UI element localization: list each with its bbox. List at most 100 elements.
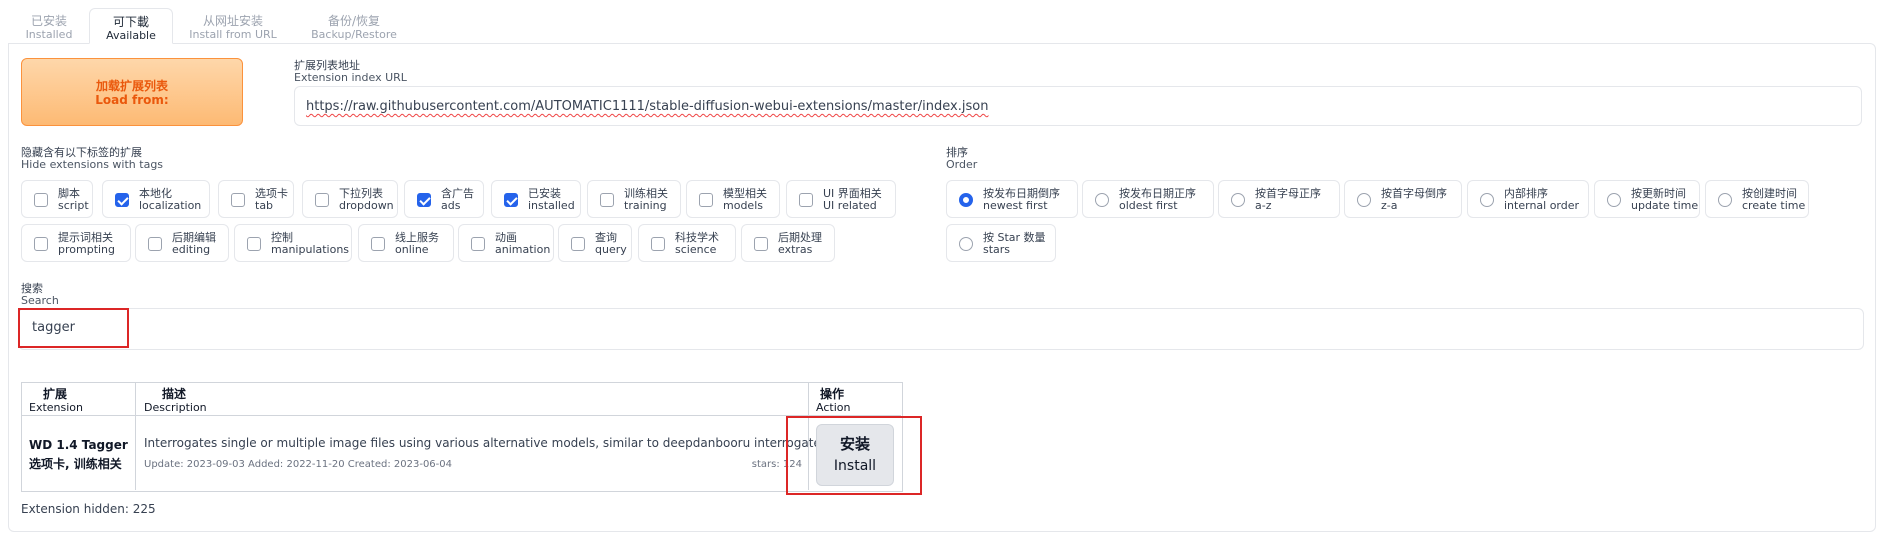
checkbox-icon[interactable] bbox=[148, 237, 162, 251]
extension-description: Interrogates single or multiple image fi… bbox=[144, 436, 825, 450]
tag-label-en: prompting bbox=[58, 243, 116, 256]
header-description: 描述 Description bbox=[144, 388, 207, 415]
extension-hidden-count: Extension hidden: 225 bbox=[21, 502, 156, 516]
order-label: 排序 Order bbox=[946, 147, 977, 171]
tab-installed[interactable]: 已安装 Installed bbox=[12, 8, 86, 44]
checkbox-icon[interactable] bbox=[651, 237, 665, 251]
tag-label-en: ads bbox=[441, 199, 461, 212]
header-divider bbox=[21, 415, 901, 416]
search-label: 搜索 Search bbox=[21, 283, 59, 307]
checkbox-icon[interactable] bbox=[34, 193, 48, 207]
tab-available[interactable]: 可下載 Available bbox=[89, 8, 173, 44]
tab-installed-zh: 已安装 bbox=[30, 14, 67, 28]
radio-icon[interactable] bbox=[1095, 193, 1109, 207]
order-radio-z-a[interactable]: 按首字母倒序 z-a bbox=[1344, 180, 1462, 218]
extension-dates: Update: 2023-09-03 Added: 2022-11-20 Cre… bbox=[144, 459, 452, 470]
tag-checkbox-models[interactable]: 模型相关 models bbox=[686, 180, 780, 218]
radio-selected-icon[interactable] bbox=[959, 193, 973, 207]
checkbox-icon[interactable] bbox=[315, 193, 329, 207]
order-label-en: create time bbox=[1742, 199, 1806, 212]
checkbox-icon[interactable] bbox=[34, 237, 48, 251]
tag-checkbox-ads[interactable]: 含广告 ads bbox=[404, 180, 484, 218]
tag-checkbox-science[interactable]: 科技学术 science bbox=[638, 224, 736, 262]
order-label-en: internal order bbox=[1504, 199, 1580, 212]
tag-checkbox-online[interactable]: 线上服务 online bbox=[358, 224, 454, 262]
checkbox-icon[interactable] bbox=[247, 237, 261, 251]
tag-checkbox-localization[interactable]: 本地化 localization bbox=[102, 180, 210, 218]
tag-label-en: localization bbox=[139, 199, 202, 212]
checkbox-icon[interactable] bbox=[699, 193, 713, 207]
load-from-en: Load from: bbox=[95, 93, 169, 107]
order-label-en: z-a bbox=[1381, 199, 1398, 212]
order-radio-stars[interactable]: 按 Star 数量 stars bbox=[946, 224, 1056, 262]
tag-checkbox-dropdown[interactable]: 下拉列表 dropdown bbox=[302, 180, 398, 218]
order-label-en: newest first bbox=[983, 199, 1048, 212]
header-description-en: Description bbox=[144, 401, 207, 414]
order-radio-a-z[interactable]: 按首字母正序 a-z bbox=[1218, 180, 1340, 218]
checkbox-icon[interactable] bbox=[571, 237, 585, 251]
tag-checkbox-animation[interactable]: 动画 animation bbox=[458, 224, 554, 262]
search-label-en: Search bbox=[21, 294, 59, 307]
tab-install-from-url-zh: 从网址安装 bbox=[202, 14, 263, 28]
tag-checkbox-ui-related[interactable]: UI 界面相关 UI related bbox=[786, 180, 896, 218]
tag-label-en: dropdown bbox=[339, 199, 394, 212]
checkbox-icon[interactable] bbox=[600, 193, 614, 207]
load-from-button[interactable]: 加载扩展列表 Load from: bbox=[21, 58, 243, 126]
extension-tags: 选项卡, 训练相关 bbox=[29, 457, 122, 471]
hide-tags-label-en: Hide extensions with tags bbox=[21, 158, 164, 171]
radio-icon[interactable] bbox=[1357, 193, 1371, 207]
tag-checkbox-script[interactable]: 脚本 script bbox=[21, 180, 93, 218]
order-radio-oldest-first[interactable]: 按发布日期正序 oldest first bbox=[1082, 180, 1214, 218]
radio-icon[interactable] bbox=[1480, 193, 1494, 207]
tag-label-en: manipulations bbox=[271, 243, 350, 256]
tab-installed-en: Installed bbox=[25, 28, 73, 41]
tag-checkbox-tab[interactable]: 选项卡 tab bbox=[218, 180, 294, 218]
search-input[interactable] bbox=[18, 308, 1864, 350]
order-radio-newest-first[interactable]: 按发布日期倒序 newest first bbox=[946, 180, 1078, 218]
radio-icon[interactable] bbox=[1718, 193, 1732, 207]
tag-label-en: animation bbox=[495, 243, 551, 256]
tag-label-en: installed bbox=[528, 199, 575, 212]
tab-available-zh: 可下載 bbox=[112, 15, 149, 29]
table-row-extension: WD 1.4 Tagger 选项卡, 训练相关 bbox=[29, 436, 128, 474]
header-action-zh: 操作 bbox=[820, 387, 845, 401]
checkbox-icon[interactable] bbox=[471, 237, 485, 251]
checkbox-checked-icon[interactable] bbox=[417, 193, 431, 207]
header-action-en: Action bbox=[816, 401, 851, 414]
tag-checkbox-installed[interactable]: 已安装 installed bbox=[491, 180, 581, 218]
order-radio-create-time[interactable]: 按创建时间 create time bbox=[1705, 180, 1809, 218]
header-extension-zh: 扩展 bbox=[43, 387, 68, 401]
tag-checkbox-editing[interactable]: 后期编辑 editing bbox=[135, 224, 229, 262]
header-extension-en: Extension bbox=[29, 401, 84, 414]
tag-checkbox-prompting[interactable]: 提示词相关 prompting bbox=[21, 224, 131, 262]
tag-label-en: science bbox=[675, 243, 717, 256]
checkbox-icon[interactable] bbox=[754, 237, 768, 251]
search-highlight bbox=[18, 308, 129, 348]
index-url-input[interactable]: https://raw.githubusercontent.com/AUTOMA… bbox=[294, 86, 1862, 126]
order-radio-update-time[interactable]: 按更新时间 update time bbox=[1594, 180, 1700, 218]
tag-label-en: script bbox=[58, 199, 89, 212]
radio-icon[interactable] bbox=[1607, 193, 1621, 207]
tag-label-en: extras bbox=[778, 243, 813, 256]
checkbox-icon[interactable] bbox=[371, 237, 385, 251]
checkbox-icon[interactable] bbox=[231, 193, 245, 207]
tag-checkbox-extras[interactable]: 后期处理 extras bbox=[741, 224, 835, 262]
tag-checkbox-training[interactable]: 训练相关 training bbox=[587, 180, 681, 218]
index-url-label: 扩展列表地址 Extension index URL bbox=[294, 60, 407, 84]
radio-icon[interactable] bbox=[1231, 193, 1245, 207]
header-action: 操作 Action bbox=[816, 387, 851, 415]
radio-icon[interactable] bbox=[959, 237, 973, 251]
tab-backup-restore[interactable]: 备份/恢复 Backup/Restore bbox=[298, 8, 410, 44]
order-radio-internal-order[interactable]: 内部排序 internal order bbox=[1467, 180, 1589, 218]
tab-install-from-url[interactable]: 从网址安装 Install from URL bbox=[180, 8, 286, 44]
tag-checkbox-manipulations[interactable]: 控制 manipulations bbox=[234, 224, 352, 262]
checkbox-checked-icon[interactable] bbox=[115, 193, 129, 207]
tab-backup-restore-en: Backup/Restore bbox=[311, 28, 397, 41]
tab-install-from-url-en: Install from URL bbox=[189, 28, 277, 41]
order-label-en: Order bbox=[946, 158, 978, 171]
tag-label-en: UI related bbox=[823, 199, 877, 212]
tag-label-en: tab bbox=[255, 199, 274, 212]
checkbox-icon[interactable] bbox=[799, 193, 813, 207]
tag-checkbox-query[interactable]: 查询 query bbox=[558, 224, 632, 262]
checkbox-checked-icon[interactable] bbox=[504, 193, 518, 207]
